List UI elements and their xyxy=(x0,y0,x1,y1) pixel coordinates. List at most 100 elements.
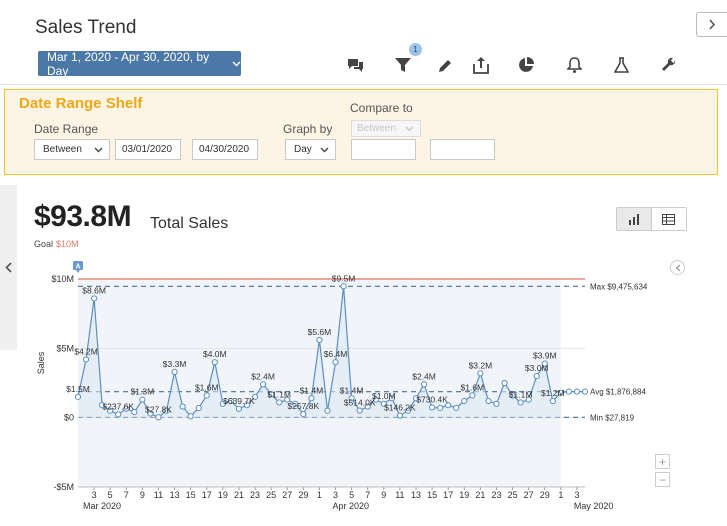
data-point xyxy=(308,395,315,402)
end-date-input[interactable]: 04/30/2020 xyxy=(192,139,258,160)
data-point xyxy=(485,397,492,405)
data-point xyxy=(276,399,283,406)
x-tick-label: 23 xyxy=(491,490,501,500)
data-point xyxy=(380,400,387,407)
data-point xyxy=(82,356,90,363)
data-point xyxy=(348,395,355,402)
x-tick-label: 3 xyxy=(92,490,97,500)
forecast-point xyxy=(565,388,573,395)
compare-mode-select[interactable]: Between xyxy=(351,120,421,137)
filter-icon[interactable] xyxy=(392,54,414,76)
chart-view-button[interactable] xyxy=(617,208,652,230)
x-tick-label: 5 xyxy=(108,490,113,500)
annotation-flag xyxy=(73,261,83,270)
data-label: $1.2M xyxy=(541,388,565,398)
max-reference-label: Max $9,475,634 xyxy=(590,282,648,291)
data-point xyxy=(251,393,259,400)
x-tick-label: 7 xyxy=(124,490,129,500)
data-label: $2.4M xyxy=(251,371,275,381)
filter-count-badge: 1 xyxy=(409,43,422,56)
data-point xyxy=(107,407,114,414)
data-point xyxy=(412,395,420,402)
data-label: $1.1M xyxy=(267,389,291,399)
data-label: $2.4M xyxy=(412,371,436,381)
x-tick-label: 3 xyxy=(574,490,579,500)
data-point xyxy=(493,400,500,407)
data-point xyxy=(420,381,428,388)
data-label: $639.7K xyxy=(223,396,255,406)
range-mode-select[interactable]: Between xyxy=(34,139,110,160)
data-point xyxy=(90,295,98,302)
x-tick-label: 5 xyxy=(349,490,354,500)
x-tick-label: 9 xyxy=(381,490,386,500)
date-range-label: Date Range xyxy=(34,122,99,136)
data-point xyxy=(115,411,122,418)
x-tick-label: 25 xyxy=(266,490,276,500)
data-point xyxy=(99,402,106,409)
data-label: $5.6M xyxy=(308,327,332,337)
data-label: $9.5M xyxy=(332,273,356,283)
comment-icon[interactable] xyxy=(344,54,366,76)
pencil-icon[interactable] xyxy=(434,54,456,76)
chevron-down-icon xyxy=(320,147,329,153)
data-point xyxy=(163,407,170,414)
start-date-input[interactable]: 03/01/2020 xyxy=(115,139,181,160)
x-tick-label: 13 xyxy=(411,490,421,500)
collapse-panel-button[interactable] xyxy=(696,12,727,37)
data-point xyxy=(324,407,331,414)
left-panel-tab[interactable] xyxy=(0,185,17,350)
x-tick-label: 13 xyxy=(170,490,180,500)
flask-icon[interactable] xyxy=(610,54,632,76)
y-tick-label: $0 xyxy=(64,413,74,423)
annotation-flag-pointer xyxy=(76,270,80,273)
data-point xyxy=(195,404,202,412)
x-tick-label: 19 xyxy=(459,490,469,500)
data-label: $1.4M xyxy=(340,385,364,395)
graph-by-value: Day xyxy=(294,144,312,155)
start-date-value: 03/01/2020 xyxy=(122,144,173,155)
compare-end-input[interactable] xyxy=(430,139,495,160)
zoom-in-button[interactable]: + xyxy=(655,454,670,469)
compare-to-label: Compare to xyxy=(350,101,413,115)
data-label: $1.0M xyxy=(372,391,396,401)
data-point xyxy=(340,283,347,290)
data-label: $4.0M xyxy=(203,349,227,359)
data-label: $27.8K xyxy=(145,404,172,414)
data-point xyxy=(139,396,146,403)
x-month-label: Mar 2020 xyxy=(83,501,121,511)
share-icon[interactable] xyxy=(470,54,492,76)
x-month-label: May 2020 xyxy=(574,501,614,511)
series-line xyxy=(77,286,562,418)
pie-chart-icon[interactable] xyxy=(515,54,537,76)
y-tick-label: $5M xyxy=(56,343,74,353)
x-month-label: Apr 2020 xyxy=(332,501,369,511)
data-point xyxy=(147,410,154,417)
x-tick-label: 17 xyxy=(443,490,453,500)
data-point xyxy=(74,393,82,400)
data-point xyxy=(453,404,460,412)
data-point xyxy=(437,404,444,412)
annotation-flag-label: A xyxy=(75,264,80,271)
graph-by-select[interactable]: Day xyxy=(285,139,336,160)
chevron-left-icon xyxy=(675,264,680,271)
table-view-button[interactable] xyxy=(652,208,687,230)
x-tick-label: 15 xyxy=(427,490,437,500)
data-point xyxy=(131,409,138,416)
data-label: $4.2M xyxy=(74,346,98,356)
chart-options-button[interactable] xyxy=(670,260,685,275)
zoom-out-button[interactable]: − xyxy=(655,472,670,487)
data-point xyxy=(469,392,476,399)
wrench-icon[interactable] xyxy=(658,54,680,76)
compare-start-input[interactable] xyxy=(351,139,416,160)
series-area xyxy=(78,286,561,418)
bell-icon[interactable] xyxy=(563,54,585,76)
data-point xyxy=(292,400,299,407)
toolbar xyxy=(0,54,727,76)
data-label: $1.1M xyxy=(509,389,533,399)
data-point xyxy=(300,410,307,418)
data-point xyxy=(372,396,379,403)
forecast-line xyxy=(560,391,585,394)
data-label: $1.4M xyxy=(300,385,324,395)
data-point xyxy=(179,403,186,410)
data-point xyxy=(203,392,210,399)
